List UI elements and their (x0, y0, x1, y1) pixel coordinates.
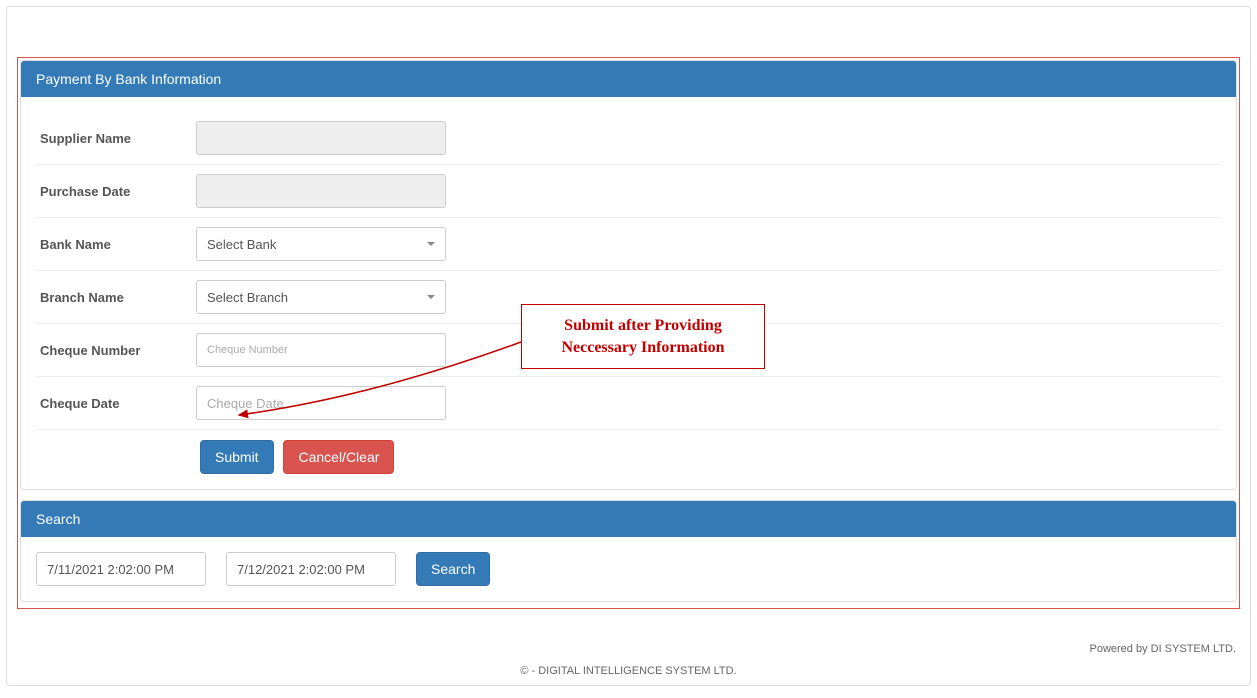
bank-name-selected: Select Bank (207, 237, 276, 252)
row-bank-name: Bank Name Select Bank (36, 218, 1221, 271)
annotation-text: Submit after Providing Neccessary Inform… (561, 317, 724, 356)
label-purchase-date: Purchase Date (36, 184, 196, 199)
row-supplier-name: Supplier Name (36, 112, 1221, 165)
branch-name-selected: Select Branch (207, 290, 288, 305)
branch-name-select[interactable]: Select Branch (196, 280, 446, 314)
page-container: Payment By Bank Information Supplier Nam… (6, 6, 1251, 686)
chevron-down-icon (427, 242, 435, 246)
supplier-name-input (196, 121, 446, 155)
footer-powered: Powered by DI SYSTEM LTD. (1089, 643, 1236, 655)
label-supplier-name: Supplier Name (36, 131, 196, 146)
payment-panel-body: Supplier Name Purchase Date Bank Name (21, 97, 1236, 489)
chevron-down-icon (427, 295, 435, 299)
label-cheque-date: Cheque Date (36, 396, 196, 411)
payment-panel-title: Payment By Bank Information (36, 71, 221, 87)
cheque-date-input[interactable] (196, 386, 446, 420)
row-purchase-date: Purchase Date (36, 165, 1221, 218)
label-cheque-number: Cheque Number (36, 343, 196, 358)
search-panel-heading: Search (21, 501, 1236, 537)
date-from-input[interactable] (36, 552, 206, 586)
search-button[interactable]: Search (416, 552, 490, 586)
search-panel: Search Search (20, 500, 1237, 602)
payment-button-row: Submit Cancel/Clear (36, 430, 1221, 474)
search-panel-body: Search (21, 537, 1236, 601)
purchase-date-input (196, 174, 446, 208)
payment-panel: Payment By Bank Information Supplier Nam… (20, 60, 1237, 490)
label-branch-name: Branch Name (36, 290, 196, 305)
search-panel-title: Search (36, 511, 80, 527)
payment-panel-heading: Payment By Bank Information (21, 61, 1236, 97)
row-cheque-date: Cheque Date (36, 377, 1221, 430)
label-bank-name: Bank Name (36, 237, 196, 252)
submit-button[interactable]: Submit (200, 440, 274, 474)
cheque-number-input[interactable] (196, 333, 446, 367)
date-to-input[interactable] (226, 552, 396, 586)
annotated-region: Payment By Bank Information Supplier Nam… (17, 57, 1240, 609)
bank-name-select[interactable]: Select Bank (196, 227, 446, 261)
cancel-clear-button[interactable]: Cancel/Clear (283, 440, 394, 474)
footer-copyright: © - DIGITAL INTELLIGENCE SYSTEM LTD. (7, 665, 1250, 677)
annotation-callout: Submit after Providing Neccessary Inform… (521, 304, 765, 369)
